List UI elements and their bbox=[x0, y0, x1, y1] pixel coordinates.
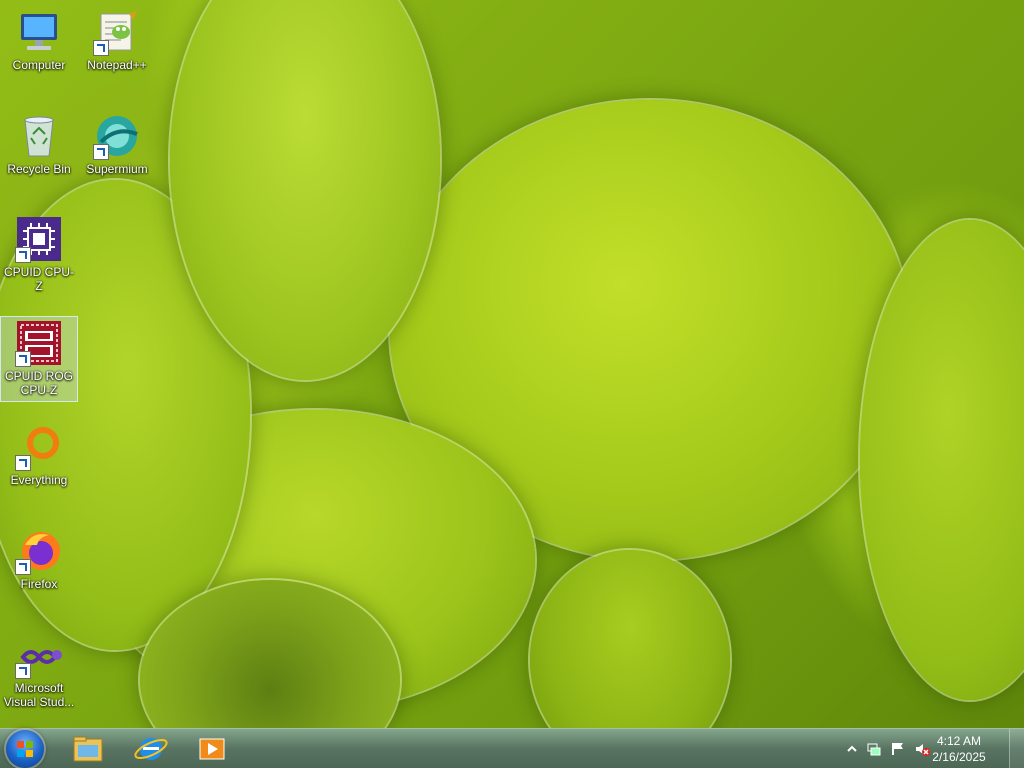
firefox-icon bbox=[15, 527, 63, 575]
desktop-icon-label: Computer bbox=[12, 58, 66, 72]
desktop-icon-computer[interactable]: Computer bbox=[1, 8, 77, 72]
clock-date: 2/16/2025 bbox=[932, 750, 986, 764]
shortcut-arrow-icon bbox=[15, 455, 31, 471]
desktop-icon-visual-studio[interactable]: Microsoft Visual Stud... bbox=[1, 631, 77, 709]
everything-icon bbox=[15, 423, 63, 471]
desktop-icon-label: Everything bbox=[10, 473, 68, 487]
supermium-icon bbox=[93, 112, 141, 160]
shortcut-arrow-icon bbox=[15, 559, 31, 575]
desktop-icon-label: Notepad++ bbox=[87, 58, 147, 72]
notepadpp-icon bbox=[93, 8, 141, 56]
show-desktop-button[interactable] bbox=[1009, 729, 1024, 768]
media-player-icon bbox=[199, 738, 225, 760]
desktop-icon-cpuz[interactable]: CPUID CPU-Z bbox=[1, 215, 77, 293]
show-hidden-icons-chevron[interactable] bbox=[844, 741, 860, 757]
windows-logo-icon bbox=[17, 741, 33, 757]
desktop-icon-firefox[interactable]: Firefox bbox=[1, 527, 77, 591]
desktop-icon-rog-cpuz[interactable]: CPUID ROG CPU-Z bbox=[0, 316, 78, 402]
desktop-icon-label: Firefox bbox=[20, 577, 58, 591]
desktop-icon-label: Microsoft Visual Stud... bbox=[3, 681, 75, 709]
desktop-icon-everything[interactable]: Everything bbox=[1, 423, 77, 487]
internet-explorer-icon bbox=[134, 738, 168, 760]
desktop-icon-label: CPUID CPU-Z bbox=[3, 265, 74, 293]
desktop-icon-label: Supermium bbox=[86, 162, 148, 176]
wallpaper-leaf bbox=[530, 550, 730, 728]
shortcut-arrow-icon bbox=[15, 663, 31, 679]
action-center-flag-icon[interactable] bbox=[890, 741, 906, 757]
computer-icon bbox=[15, 8, 63, 56]
taskbar-internet-explorer[interactable] bbox=[127, 731, 175, 767]
taskbar-media-player[interactable] bbox=[188, 731, 236, 767]
desktop-icon-label: CPUID ROG CPU-Z bbox=[4, 369, 73, 397]
file-explorer-icon bbox=[73, 736, 103, 762]
desktop-wallpaper bbox=[0, 0, 1024, 728]
rog-cpuz-icon bbox=[15, 319, 63, 367]
desktop-icon-notepadpp[interactable]: Notepad++ bbox=[79, 8, 155, 72]
shortcut-arrow-icon bbox=[15, 351, 31, 367]
shortcut-arrow-icon bbox=[15, 247, 31, 263]
cpuz-icon bbox=[15, 215, 63, 263]
shortcut-arrow-icon bbox=[93, 144, 109, 160]
system-clock[interactable]: 4:12 AM 2/16/2025 bbox=[924, 733, 994, 765]
visual-studio-icon bbox=[15, 631, 63, 679]
recycle-bin-icon bbox=[15, 112, 63, 160]
desktop-icon-supermium[interactable]: Supermium bbox=[79, 112, 155, 176]
taskbar: 4:12 AM 2/16/2025 bbox=[0, 728, 1024, 768]
taskbar-file-explorer[interactable] bbox=[64, 731, 112, 767]
clock-time: 4:12 AM bbox=[936, 734, 982, 748]
start-button[interactable] bbox=[6, 730, 44, 768]
shortcut-arrow-icon bbox=[93, 40, 109, 56]
desktop-icon-label: Recycle Bin bbox=[7, 162, 71, 176]
network-icon[interactable] bbox=[866, 741, 882, 757]
desktop-icon-recycle-bin[interactable]: Recycle Bin bbox=[1, 112, 77, 176]
